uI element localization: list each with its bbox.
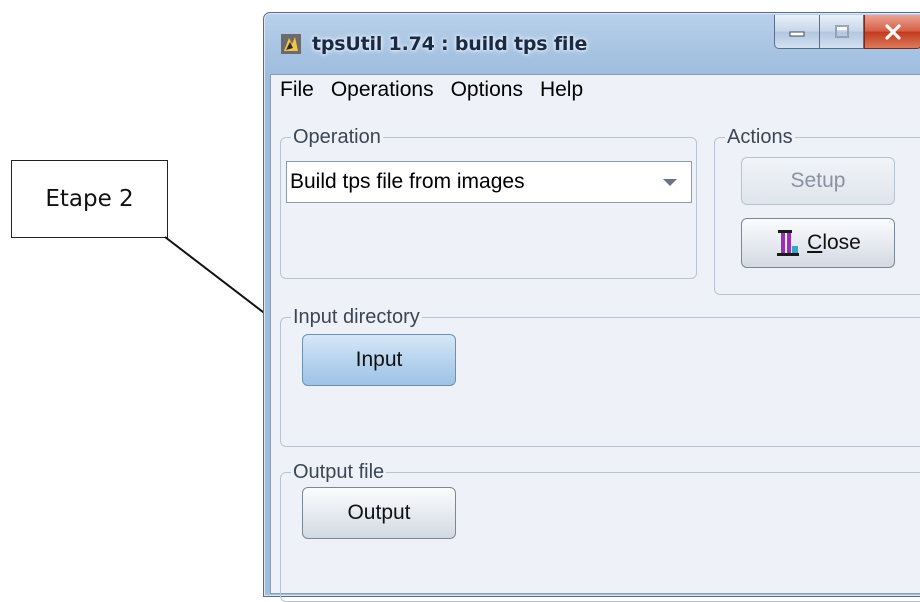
menu-operations[interactable]: Operations (322, 78, 442, 102)
door-exit-icon (777, 230, 800, 256)
actions-legend: Actions (727, 126, 793, 148)
operation-legend: Operation (293, 126, 381, 148)
setup-label: Setup (790, 169, 846, 192)
menu-help[interactable]: Help (531, 78, 591, 102)
operation-selected-value: Build tps file from images (290, 170, 525, 193)
minimize-button[interactable] (774, 15, 820, 49)
close-icon (885, 23, 901, 40)
minimize-icon (789, 31, 805, 36)
app-icon (281, 34, 301, 54)
close-window-button[interactable] (864, 15, 920, 49)
setup-button[interactable]: Setup (741, 157, 895, 205)
input-label: Input (355, 348, 403, 371)
maximize-icon (834, 24, 849, 38)
output-button[interactable]: Output (302, 487, 456, 539)
close-label: Close (807, 231, 861, 254)
operation-group: Operation (280, 127, 697, 279)
title-bar[interactable]: tpsUtil 1.74 : build tps file (264, 13, 920, 75)
menu-options[interactable]: Options (442, 78, 531, 102)
menu-file[interactable]: File (271, 78, 322, 102)
close-button[interactable]: Close (741, 218, 895, 268)
input-directory-legend: Input directory (293, 306, 420, 328)
input-button[interactable]: Input (302, 334, 456, 386)
output-file-legend: Output file (293, 461, 385, 483)
operation-select[interactable]: Build tps file from images (286, 161, 692, 203)
chevron-down-icon[interactable] (663, 179, 677, 186)
window-title: tpsUtil 1.74 : build tps file (312, 33, 588, 55)
output-label: Output (347, 501, 411, 524)
maximize-button[interactable] (820, 15, 864, 49)
actions-group: Actions (714, 127, 920, 295)
menu-bar: File Operations Options Help (271, 75, 591, 105)
